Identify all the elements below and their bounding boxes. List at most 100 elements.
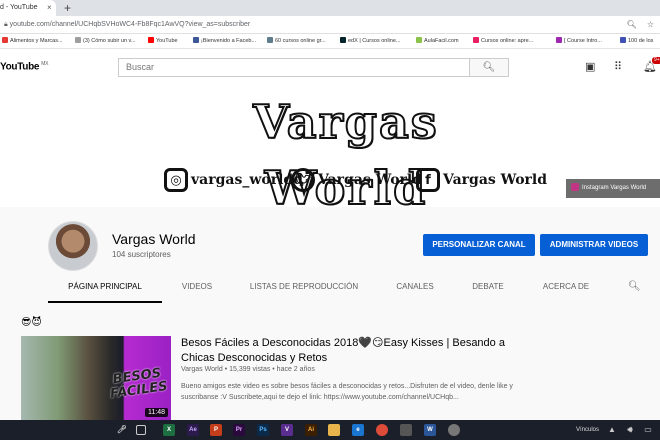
video-thumbnail[interactable]: BESOS FÁCILES 11:48 — [21, 336, 171, 420]
video-description: Bueno amigos este video es sobre besos f… — [181, 383, 513, 401]
thumbnail-text: BESOS FÁCILES — [109, 365, 169, 402]
after-effects-icon[interactable]: Ae — [187, 424, 199, 436]
instagram-text: vargas_worldd — [191, 172, 303, 188]
instagram-handle: ◎ vargas_worldd — [164, 167, 303, 193]
twitter-handle: 🐦︎ Vargas World — [291, 167, 422, 193]
channel-banner: Vargas World ◎ vargas_worldd 🐦︎ Vargas W… — [0, 85, 660, 216]
bookmark-item[interactable]: AulaFacil.com — [416, 34, 459, 48]
tab-home[interactable]: PÁGINA PRINCIPAL — [48, 273, 162, 303]
upload-video-icon[interactable]: ▣ — [585, 60, 595, 73]
youtube-header: YouTube MX Buscar 🔍︎ ▣ ⠿ 🔔︎ 9+ — [0, 49, 660, 85]
bookmark-favicon-icon — [193, 37, 199, 43]
tab-about[interactable]: ACERCA DE — [532, 273, 600, 303]
video-meta: Vargas World • 15,399 vistas • hace 2 añ… — [181, 366, 315, 373]
youtube-logo[interactable]: YouTube MX — [0, 61, 48, 72]
premiere-icon[interactable]: Pr — [233, 424, 245, 436]
bookmark-favicon-icon — [473, 37, 479, 43]
section-emojis: 😎😈 — [21, 317, 42, 328]
video-duration: 11:48 — [145, 408, 168, 417]
channel-tabs: PÁGINA PRINCIPAL VIDEOS LISTAS DE REPROD… — [0, 273, 660, 303]
task-view-icon[interactable] — [136, 425, 146, 435]
network-icon[interactable]: ▲ — [606, 424, 618, 436]
taskbar: 🎤︎ X Ae P Pr Ps V Ai e W Vínculos ▲ 🔊︎ ▭ — [0, 420, 660, 440]
app-icon[interactable] — [448, 424, 460, 436]
app-icon[interactable] — [400, 424, 412, 436]
address-actions: 🔍︎ ☆ — [617, 16, 654, 34]
bookmark-favicon-icon — [556, 37, 562, 43]
visual-studio-icon[interactable]: V — [281, 424, 293, 436]
bookmark-item[interactable]: YouTube — [148, 34, 178, 48]
tab-videos[interactable]: VIDEOS — [170, 273, 224, 303]
instagram-icon: ◎ — [164, 168, 188, 192]
volume-icon[interactable]: 🔊︎ — [624, 424, 636, 436]
bookmark-label: 100 de los — [628, 38, 654, 44]
tab-channels[interactable]: CANALES — [384, 273, 446, 303]
word-icon[interactable]: W — [424, 424, 436, 436]
customize-channel-button[interactable]: PERSONALIZAR CANAL — [423, 234, 535, 256]
address-bar[interactable]: 🔒︎ youtube.com/channel/UCHqbSVHoWC4-Fb8F… — [0, 16, 660, 34]
bookmark-item[interactable]: [ Course Intro... — [556, 34, 602, 48]
bookmark-label: YouTube — [156, 38, 178, 44]
banner-instagram-link[interactable]: Instagram Vargas World — [566, 179, 660, 198]
channel-content: 😎😈 BESOS FÁCILES 11:48 Besos Fáciles a D… — [0, 303, 660, 420]
search-icon[interactable]: 🔍︎ — [627, 20, 637, 29]
search-icon: 🔍︎ — [482, 62, 496, 73]
channel-header: Vargas World 104 suscriptores PERSONALIZ… — [0, 207, 660, 303]
channel-avatar[interactable] — [48, 221, 98, 271]
bookmark-label: [ Course Intro... — [564, 38, 602, 44]
bookmark-label: (3) Cómo subir un v... — [83, 38, 136, 44]
powerpoint-icon[interactable]: P — [210, 424, 222, 436]
chrome-icon[interactable] — [376, 424, 388, 436]
bookmarks-bar: Alimentos y Marcas... (3) Cómo subir un … — [0, 34, 660, 49]
excel-icon[interactable]: X — [163, 424, 175, 436]
bookmark-item[interactable]: (3) Cómo subir un v... — [75, 34, 136, 48]
region-label: MX — [41, 61, 49, 67]
bookmark-favicon-icon — [267, 37, 273, 43]
apps-grid-icon[interactable]: ⠿ — [614, 60, 622, 73]
bookmark-label: ¡Bienvenido a Faceb... — [201, 38, 257, 44]
bookmark-item[interactable]: Alimentos y Marcas... — [2, 34, 63, 48]
browser-tab[interactable]: d - YouTube × — [0, 0, 56, 16]
video-title[interactable]: Besos Fáciles a Desconocidas 2018🖤😏Easy … — [181, 336, 521, 366]
facebook-icon: f — [416, 168, 440, 192]
edge-icon[interactable]: e — [352, 424, 364, 436]
bookmark-item[interactable]: edX | Cursos online... — [340, 34, 400, 48]
channel-search-icon[interactable]: 🔍︎ — [628, 281, 641, 292]
star-icon[interactable]: ☆ — [647, 20, 654, 29]
instagram-icon — [571, 183, 579, 191]
new-tab-button[interactable]: + — [64, 0, 71, 16]
notification-badge: 9+ — [652, 57, 660, 64]
bookmark-favicon-icon — [340, 37, 346, 43]
manage-videos-button[interactable]: ADMINISTRAR VIDEOS — [540, 234, 648, 256]
search-button[interactable]: 🔍︎ — [470, 58, 509, 77]
logo-text: YouTube — [0, 61, 40, 73]
illustrator-icon[interactable]: Ai — [305, 424, 317, 436]
bookmark-item[interactable]: 60 cursos online gr... — [267, 34, 326, 48]
bookmark-favicon-icon — [148, 37, 154, 43]
bookmark-favicon-icon — [416, 37, 422, 43]
bookmark-item[interactable]: ¡Bienvenido a Faceb... — [193, 34, 257, 48]
tab-title: d - YouTube — [0, 4, 38, 11]
twitter-icon: 🐦︎ — [291, 168, 315, 192]
tab-playlists[interactable]: LISTAS DE REPRODUCCIÓN — [242, 273, 366, 303]
channel-name: Vargas World — [112, 231, 196, 247]
search-input[interactable]: Buscar — [118, 58, 470, 77]
bookmark-label: Alimentos y Marcas... — [10, 38, 63, 44]
photoshop-icon[interactable]: Ps — [257, 424, 269, 436]
bookmark-item[interactable]: 100 de los — [620, 34, 654, 48]
browser-tabstrip: d - YouTube × + — [0, 0, 660, 16]
bookmark-favicon-icon — [2, 37, 8, 43]
bookmark-label: AulaFacil.com — [424, 38, 459, 44]
microphone-icon[interactable]: 🎤︎ — [116, 424, 128, 436]
url-text: youtube.com/channel/UCHqbSVHoWC4-Fb8Fqc1… — [9, 21, 251, 28]
bookmark-item[interactable]: Cursos online: apre... — [473, 34, 533, 48]
close-tab-icon[interactable]: × — [47, 0, 52, 16]
bookmark-favicon-icon — [75, 37, 81, 43]
url-field[interactable]: 🔒︎ youtube.com/channel/UCHqbSVHoWC4-Fb8F… — [4, 16, 250, 34]
notifications-icon[interactable]: ▭ — [642, 424, 654, 436]
twitter-text: Vargas World — [318, 172, 423, 188]
tab-discussion[interactable]: DEBATE — [462, 273, 514, 303]
taskbar-links[interactable]: Vínculos — [576, 420, 599, 440]
file-explorer-icon[interactable] — [328, 424, 340, 436]
facebook-text: Vargas World — [443, 172, 548, 188]
